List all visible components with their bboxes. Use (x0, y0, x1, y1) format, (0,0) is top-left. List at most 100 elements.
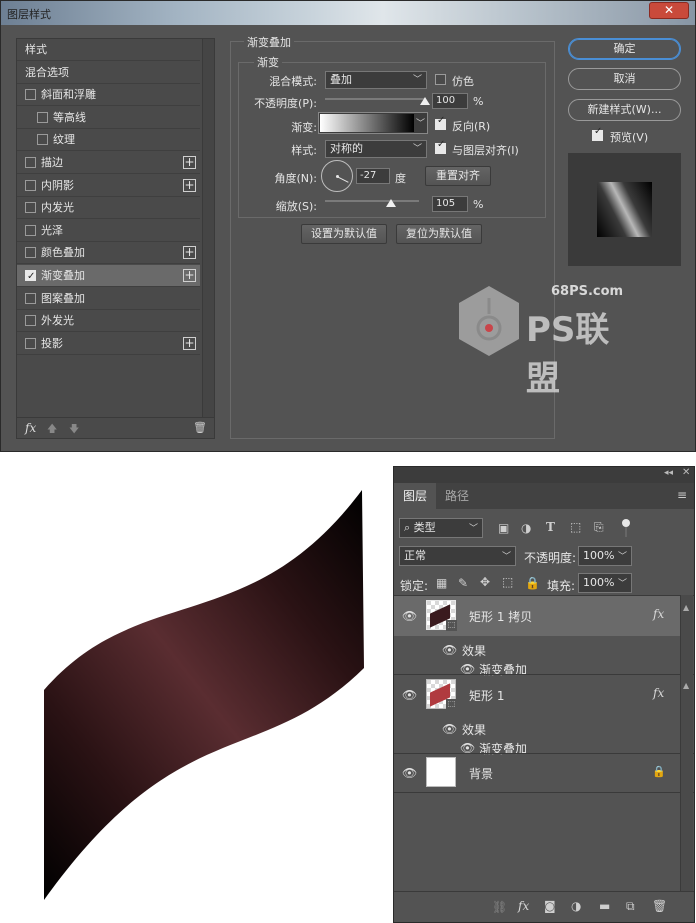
style-item[interactable]: 内阴影 + (17, 175, 200, 197)
layer-name[interactable]: 矩形 1 拷贝 (469, 608, 532, 625)
fx-icon[interactable]: fx (25, 421, 36, 435)
opacity-input[interactable]: 100 (432, 93, 468, 109)
lock-position-icon[interactable]: ✥ (480, 575, 490, 589)
style-item[interactable]: 图案叠加 (17, 288, 200, 310)
add-effect-icon[interactable]: + (183, 156, 196, 169)
style-item[interactable]: 描边 + (17, 152, 200, 174)
move-up-icon[interactable]: 🡅 (47, 422, 57, 439)
style-item[interactable]: 纹理 (17, 129, 200, 152)
add-style-icon[interactable]: fx (518, 899, 529, 913)
collapse-icon[interactable]: ◂◂ (664, 468, 673, 478)
layer-opacity-input[interactable]: 100% ﹀ (578, 546, 632, 566)
angle-dial[interactable] (321, 160, 353, 192)
adjustment-filter-icon[interactable]: ◑ (521, 521, 531, 535)
add-effect-icon[interactable]: + (183, 269, 196, 282)
make-default-button[interactable]: 设置为默认值 (301, 224, 387, 244)
layer-row-shape-copy[interactable]: 👁 ⬚ 矩形 1 拷贝 fx 👁 效果 👁 渐变叠加 (394, 596, 694, 677)
add-effect-icon[interactable]: + (183, 246, 196, 260)
style-item[interactable]: 投影 + (17, 333, 200, 355)
new-style-button[interactable]: 新建样式(W)... (568, 99, 681, 121)
tab-paths[interactable]: 路径 (436, 483, 478, 509)
shape-filter-icon[interactable]: ⬚ (570, 520, 581, 534)
align-with-layer-checkbox[interactable] (435, 139, 446, 154)
filter-toggle[interactable] (622, 519, 630, 537)
angle-input[interactable]: -27 (356, 168, 390, 184)
opacity-slider-thumb[interactable] (420, 97, 430, 105)
style-item[interactable]: 样式 (17, 39, 200, 61)
dither-checkbox[interactable] (435, 74, 446, 85)
style-item[interactable]: 斜面和浮雕 (17, 84, 200, 107)
lock-paint-icon[interactable]: ✎ (458, 576, 468, 590)
trash-icon[interactable]: 🗑 (652, 899, 667, 913)
gradient-style-select[interactable]: 对称的 ﹀ (325, 140, 427, 158)
gradient-swatch[interactable] (320, 114, 414, 132)
new-adjustment-icon[interactable]: ◑ (571, 899, 581, 913)
style-item[interactable]: 内发光 (17, 197, 200, 220)
style-list-scrollbar[interactable] (202, 39, 214, 417)
reset-alignment-button[interactable]: 重置对齐 (425, 166, 491, 186)
chevron-down-icon[interactable]: ﹀ (416, 116, 425, 129)
style-item-checkbox[interactable] (25, 292, 36, 304)
close-button[interactable]: ✕ (649, 2, 689, 19)
fx-icon[interactable]: fx (653, 686, 664, 700)
reset-default-button[interactable]: 复位为默认值 (396, 224, 482, 244)
style-item-checkbox[interactable] (25, 202, 36, 214)
lock-artboard-icon[interactable]: ⬚ (502, 575, 513, 589)
reverse-checkbox[interactable] (435, 115, 446, 130)
style-item[interactable]: 颜色叠加 + (17, 242, 200, 265)
style-item-checkbox[interactable] (25, 337, 36, 349)
scale-slider-thumb[interactable] (385, 199, 396, 207)
style-item-checkbox[interactable] (25, 266, 36, 288)
trash-icon[interactable]: 🗑 (193, 421, 207, 434)
layer-row-shape[interactable]: 👁 ⬚ 矩形 1 fx 👁 效果 👁 渐变叠加 (394, 675, 694, 756)
tab-layers[interactable]: 图层 (394, 483, 437, 509)
style-item-checkbox[interactable] (25, 315, 36, 327)
layer-name[interactable]: 矩形 1 (469, 687, 504, 704)
cancel-button[interactable]: 取消 (568, 68, 681, 90)
close-panel-icon[interactable]: ✕ (682, 467, 690, 478)
scroll-up-icon[interactable]: ▲ (683, 603, 689, 612)
new-layer-icon[interactable]: ⧉ (626, 899, 635, 914)
preview-checkbox[interactable] (592, 126, 603, 141)
title-bar[interactable]: 图层样式 ✕ (1, 1, 695, 25)
add-mask-icon[interactable]: ◙ (544, 899, 556, 913)
style-item-checkbox[interactable] (25, 89, 36, 101)
scroll-up-icon[interactable]: ▲ (683, 681, 689, 690)
style-item[interactable]: 混合选项 (17, 62, 200, 84)
panel-menu-icon[interactable]: ≡ (677, 488, 687, 502)
move-down-icon[interactable]: 🡇 (69, 422, 79, 439)
add-effect-icon[interactable]: + (183, 178, 196, 192)
style-item[interactable]: 光泽 (17, 220, 200, 242)
layers-scrollbar[interactable]: ▲ ▲ (680, 595, 693, 891)
smart-object-filter-icon[interactable]: ⎘ (594, 520, 604, 535)
visibility-eye-icon[interactable]: 👁 (402, 766, 417, 780)
fill-input[interactable]: 100% ﹀ (578, 573, 632, 593)
style-item[interactable]: 外发光 (17, 310, 200, 333)
style-item-checkbox[interactable] (25, 179, 36, 191)
lock-transparent-icon[interactable]: ▦ (436, 576, 447, 590)
add-effect-icon[interactable]: + (183, 336, 196, 350)
visibility-eye-icon[interactable]: 👁 (442, 643, 457, 657)
gradient-picker[interactable]: ﹀ (318, 112, 428, 134)
style-item[interactable]: 等高线 (17, 107, 200, 129)
layer-name[interactable]: 背景 (469, 765, 493, 782)
visibility-eye-icon[interactable]: 👁 (402, 688, 417, 702)
style-item[interactable]: 渐变叠加 + (17, 265, 200, 288)
image-filter-icon[interactable]: ▣ (498, 521, 509, 535)
style-item-checkbox[interactable] (25, 224, 36, 236)
scale-input[interactable]: 105 (432, 196, 468, 212)
style-item-checkbox[interactable] (25, 157, 36, 168)
link-layers-icon[interactable]: ⛓ (492, 900, 507, 914)
type-filter-icon[interactable]: T (546, 520, 555, 534)
visibility-eye-icon[interactable]: 👁 (460, 741, 475, 755)
layer-blend-select[interactable]: 正常 ﹀ (399, 546, 516, 566)
ok-button[interactable]: 确定 (568, 38, 681, 60)
lock-all-icon[interactable]: 🔒 (525, 576, 540, 590)
style-item-checkbox[interactable] (37, 134, 48, 146)
scale-slider-track[interactable] (325, 200, 419, 202)
visibility-eye-icon[interactable]: 👁 (460, 662, 475, 676)
style-item-checkbox[interactable] (25, 247, 36, 259)
opacity-slider-track[interactable] (325, 98, 425, 100)
fx-icon[interactable]: fx (653, 607, 664, 621)
blend-mode-select[interactable]: 叠加 ﹀ (325, 71, 427, 89)
